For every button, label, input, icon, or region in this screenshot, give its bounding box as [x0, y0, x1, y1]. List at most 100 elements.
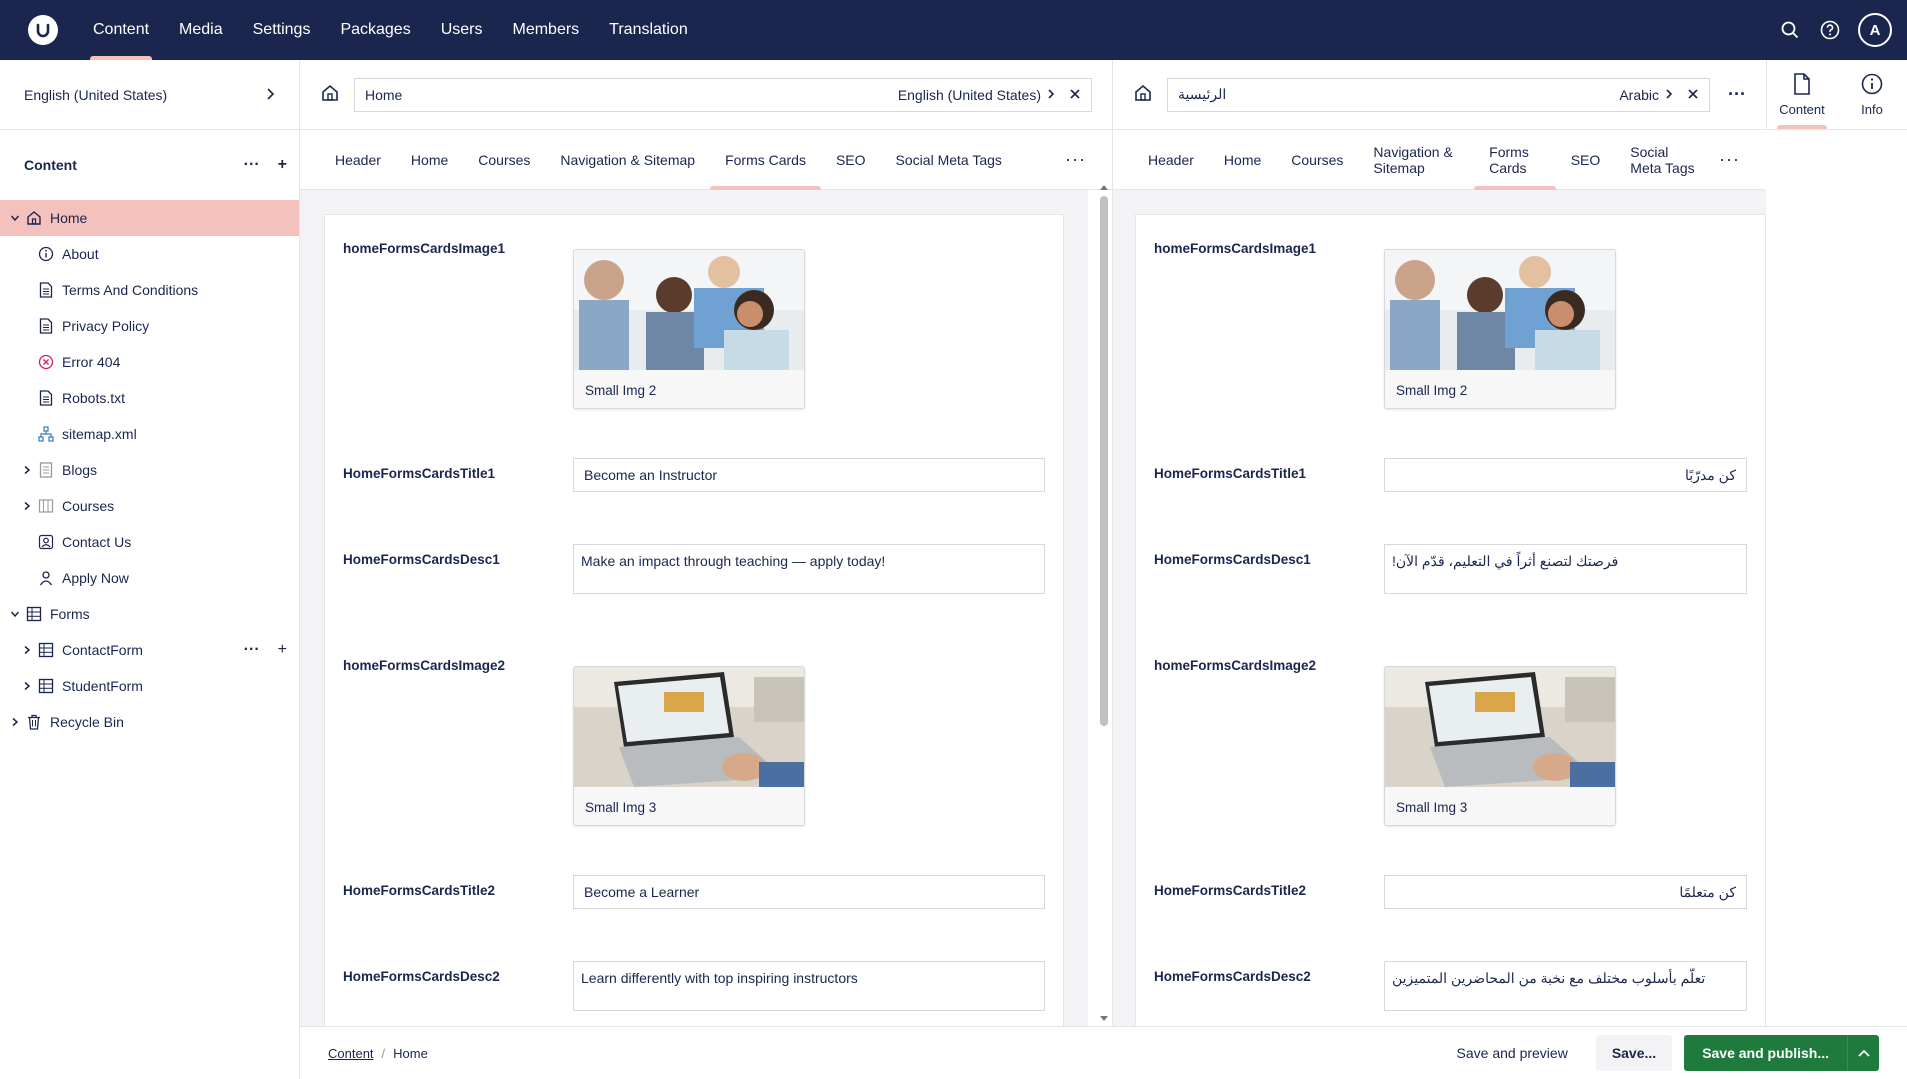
desc1-textarea[interactable]: فرصتك لتصنع أثراً في التعليم، قدّم الآن! — [1384, 544, 1747, 594]
chevron-right-icon[interactable] — [20, 681, 34, 691]
nav-users[interactable]: Users — [426, 0, 498, 60]
tab-seo[interactable]: SEO — [821, 130, 881, 190]
title2-input[interactable]: كن متعلمًا — [1384, 875, 1747, 909]
tree-item-sitemap-xml[interactable]: sitemap.xml — [0, 416, 299, 452]
culture-label: Arabic — [1619, 86, 1660, 103]
chevron-right-icon — [265, 87, 275, 103]
grid-icon — [38, 642, 54, 658]
tree-item-contact-us[interactable]: Contact Us — [0, 524, 299, 560]
tree-item-label: Contact Us — [62, 534, 132, 550]
tab-navigation-sitemap[interactable]: Navigation & Sitemap — [1358, 130, 1474, 190]
info-icon — [38, 246, 54, 262]
chevron-right-icon[interactable] — [20, 645, 34, 655]
culture-switch[interactable]: Arabic — [1619, 87, 1673, 103]
tree-item-about[interactable]: About — [0, 236, 299, 272]
nav-content[interactable]: Content — [78, 0, 164, 60]
tab-home[interactable]: Home — [396, 130, 463, 190]
save-button[interactable]: Save... — [1595, 1035, 1673, 1071]
view-info[interactable]: Info — [1837, 60, 1907, 129]
chevron-up-icon[interactable] — [1847, 1035, 1879, 1071]
more-actions-icon[interactable]: ··· — [1728, 84, 1746, 105]
tree-item-studentform[interactable]: StudentForm — [0, 668, 299, 704]
scrollbar-thumb[interactable] — [1100, 196, 1108, 726]
tab-seo[interactable]: SEO — [1556, 130, 1616, 190]
chevron-right-icon — [1665, 87, 1673, 103]
document-name-field[interactable]: Home English (United States) — [354, 77, 1092, 112]
tree-item-error-404[interactable]: Error 404 — [0, 344, 299, 380]
breadcrumb-content-link[interactable]: Content — [328, 1046, 374, 1061]
culture-selector[interactable]: English (United States) — [0, 60, 299, 130]
title2-input[interactable]: Become a Learner — [573, 875, 1045, 909]
tab-courses[interactable]: Courses — [1276, 130, 1358, 190]
nav-settings[interactable]: Settings — [238, 0, 326, 60]
tree-item-contactform[interactable]: ContactForm ··· + — [0, 632, 299, 668]
nav-translation[interactable]: Translation — [594, 0, 703, 60]
tab-social-meta-tags[interactable]: Social Meta Tags — [1615, 130, 1713, 190]
close-icon[interactable] — [1069, 87, 1081, 103]
tree-item-apply-now[interactable]: Apply Now — [0, 560, 299, 596]
footer-bar: Content / Home Save and preview Save... … — [300, 1026, 1907, 1079]
media-card[interactable]: Small Img 2 — [573, 249, 805, 409]
media-card[interactable]: Small Img 3 — [573, 666, 805, 826]
user-avatar[interactable]: A — [1858, 13, 1892, 47]
media-card[interactable]: Small Img 3 — [1384, 666, 1616, 826]
search-icon[interactable] — [1770, 10, 1810, 50]
save-and-preview-button[interactable]: Save and preview — [1441, 1035, 1584, 1071]
tab-header[interactable]: Header — [1133, 130, 1209, 190]
tree-item-terms-and-conditions[interactable]: Terms And Conditions — [0, 272, 299, 308]
left-pane-scrollbar[interactable] — [1097, 180, 1111, 1026]
tree-item-label: Recycle Bin — [50, 714, 124, 730]
tab-header[interactable]: Header — [320, 130, 396, 190]
close-icon[interactable] — [1687, 87, 1699, 103]
save-and-publish-button[interactable]: Save and publish... — [1684, 1035, 1879, 1071]
more-actions-icon[interactable]: ··· — [244, 156, 260, 174]
tab-courses[interactable]: Courses — [463, 130, 545, 190]
chevron-down-icon[interactable] — [8, 213, 22, 223]
tab-forms-cards[interactable]: Forms Cards — [1474, 130, 1556, 190]
title1-input[interactable]: Become an Instructor — [573, 458, 1045, 492]
tab-home[interactable]: Home — [1209, 130, 1276, 190]
chevron-right-icon[interactable] — [20, 501, 34, 511]
document-name-field[interactable]: الرئيسية Arabic — [1167, 77, 1711, 112]
nav-media[interactable]: Media — [164, 0, 238, 60]
more-tabs-icon[interactable]: ··· — [1059, 149, 1092, 170]
document-name[interactable]: Home — [365, 87, 898, 103]
chevron-down-icon[interactable] — [8, 609, 22, 619]
tree-item-robots-txt[interactable]: Robots.txt — [0, 380, 299, 416]
view-content[interactable]: Content — [1767, 60, 1837, 129]
tab-bar: Header Home Courses Navigation & Sitemap… — [1113, 130, 1766, 190]
more-tabs-icon[interactable]: ··· — [1713, 149, 1746, 170]
pane-header: الرئيسية Arabic ··· — [1113, 60, 1766, 130]
help-icon[interactable] — [1810, 10, 1850, 50]
tree-item-forms[interactable]: Forms — [0, 596, 299, 632]
tree-item-actions: ··· + — [244, 632, 287, 668]
tab-navigation-sitemap[interactable]: Navigation & Sitemap — [545, 130, 710, 190]
tab-social-meta-tags[interactable]: Social Meta Tags — [881, 130, 1017, 190]
more-actions-icon[interactable]: ··· — [244, 641, 260, 659]
info-icon — [1861, 73, 1883, 98]
tab-forms-cards[interactable]: Forms Cards — [710, 130, 821, 190]
add-icon[interactable]: + — [278, 156, 287, 174]
tree-item-recycle-bin[interactable]: Recycle Bin — [0, 704, 299, 740]
chevron-right-icon[interactable] — [8, 717, 22, 727]
desc1-textarea[interactable]: Make an impact through teaching — apply … — [573, 544, 1045, 594]
nav-packages[interactable]: Packages — [325, 0, 425, 60]
media-card[interactable]: Small Img 2 — [1384, 249, 1616, 409]
nav-members[interactable]: Members — [497, 0, 594, 60]
chevron-right-icon[interactable] — [20, 465, 34, 475]
culture-switch[interactable]: English (United States) — [898, 87, 1055, 103]
desc2-textarea[interactable]: تعلّم بأسلوب مختلف مع نخبة من المحاضرين … — [1384, 961, 1747, 1011]
document-name[interactable]: الرئيسية — [1178, 86, 1619, 103]
add-icon[interactable]: + — [278, 641, 287, 659]
tree-item-label: Courses — [62, 498, 115, 514]
tree-item-blogs[interactable]: Blogs — [0, 452, 299, 488]
title1-input[interactable]: كن مدرّبًا — [1384, 458, 1747, 492]
property-group: homeFormsCardsImage1 Small Img 2 HomeFor… — [324, 214, 1064, 1026]
desc2-textarea[interactable]: Learn differently with top inspiring ins… — [573, 961, 1045, 1011]
umbraco-logo[interactable] — [28, 15, 58, 45]
home-icon — [26, 210, 42, 226]
tree-item-home[interactable]: Home — [0, 200, 299, 236]
tree-item-courses[interactable]: Courses — [0, 488, 299, 524]
tree-item-privacy-policy[interactable]: Privacy Policy — [0, 308, 299, 344]
chevron-right-icon — [1047, 87, 1055, 103]
